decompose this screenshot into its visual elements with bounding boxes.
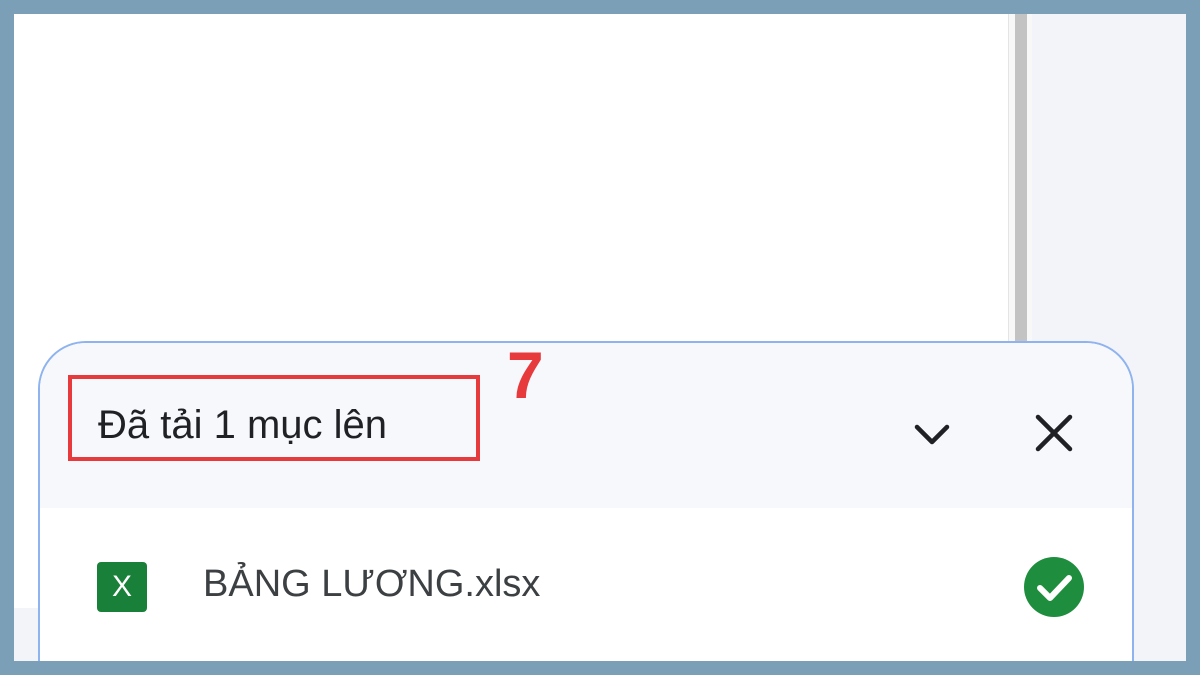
left-background-strip bbox=[14, 608, 40, 661]
collapse-button[interactable] bbox=[902, 405, 962, 465]
scrollbar-thumb[interactable] bbox=[1015, 14, 1027, 374]
app-screen: Đã tải 1 mục lên X BẢNG LƯƠNG.xlsx bbox=[14, 14, 1186, 661]
file-name: BẢNG LƯƠNG.xlsx bbox=[203, 563, 541, 605]
excel-icon-letter: X bbox=[111, 570, 132, 603]
annotation-highlight-box bbox=[68, 375, 480, 461]
check-circle-icon bbox=[1024, 557, 1084, 617]
chevron-down-icon bbox=[914, 424, 950, 445]
close-button[interactable] bbox=[1024, 403, 1084, 463]
annotation-step-number: 7 bbox=[507, 338, 544, 412]
close-icon bbox=[1035, 414, 1073, 452]
uploaded-file-row[interactable]: X BẢNG LƯƠNG.xlsx bbox=[40, 513, 1132, 653]
excel-file-icon: X bbox=[97, 562, 147, 612]
screenshot-frame: Đã tải 1 mục lên X BẢNG LƯƠNG.xlsx 7 bbox=[0, 0, 1200, 675]
